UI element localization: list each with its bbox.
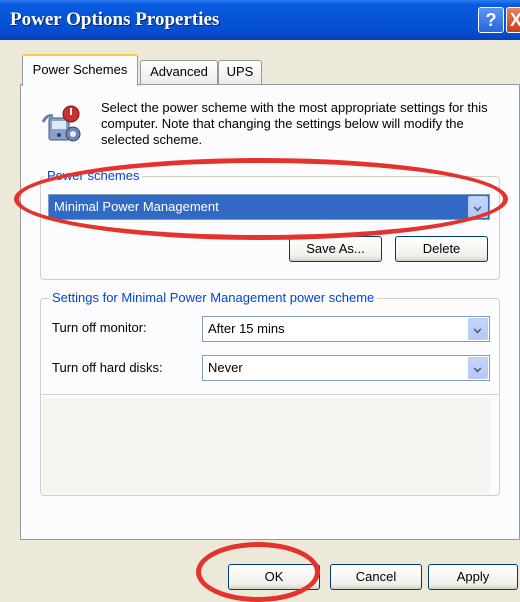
apply-button[interactable]: Apply [428, 564, 518, 590]
disks-select[interactable]: Never [202, 355, 490, 381]
monitor-label: Turn off monitor: [52, 320, 147, 335]
cancel-button[interactable]: Cancel [330, 564, 422, 590]
divider [42, 394, 498, 395]
dropdown-arrow-icon[interactable] [468, 357, 488, 379]
ok-button[interactable]: OK [228, 564, 320, 590]
tab-advanced[interactable]: Advanced [140, 60, 218, 84]
monitor-select[interactable]: After 15 mins [202, 316, 490, 342]
help-icon[interactable]: ? [478, 7, 504, 33]
power-scheme-icon [41, 105, 81, 142]
power-schemes-group [40, 176, 500, 280]
window-title: Power Options Properties [10, 9, 220, 30]
power-scheme-value: Minimal Power Management [54, 199, 219, 214]
description-text: Select the power scheme with the most ap… [101, 100, 488, 147]
settings-group-label: Settings for Minimal Power Management po… [49, 290, 378, 305]
delete-button[interactable]: Delete [395, 236, 488, 262]
dropdown-arrow-icon[interactable] [468, 196, 488, 218]
close-icon[interactable]: X [506, 7, 520, 33]
save-as-button[interactable]: Save As... [289, 236, 382, 262]
dropdown-arrow-icon[interactable] [468, 318, 488, 340]
monitor-value: After 15 mins [208, 321, 285, 336]
power-schemes-label: Power schemes [44, 168, 143, 183]
tab-ups[interactable]: UPS [218, 60, 262, 84]
disks-value: Never [208, 360, 243, 375]
disks-label: Turn off hard disks: [52, 360, 163, 375]
settings-empty-area [42, 398, 490, 494]
power-scheme-select[interactable]: Minimal Power Management [48, 194, 490, 220]
tab-power-schemes[interactable]: Power Schemes [22, 54, 138, 86]
title-bar: Power Options Properties ? X [0, 0, 520, 40]
